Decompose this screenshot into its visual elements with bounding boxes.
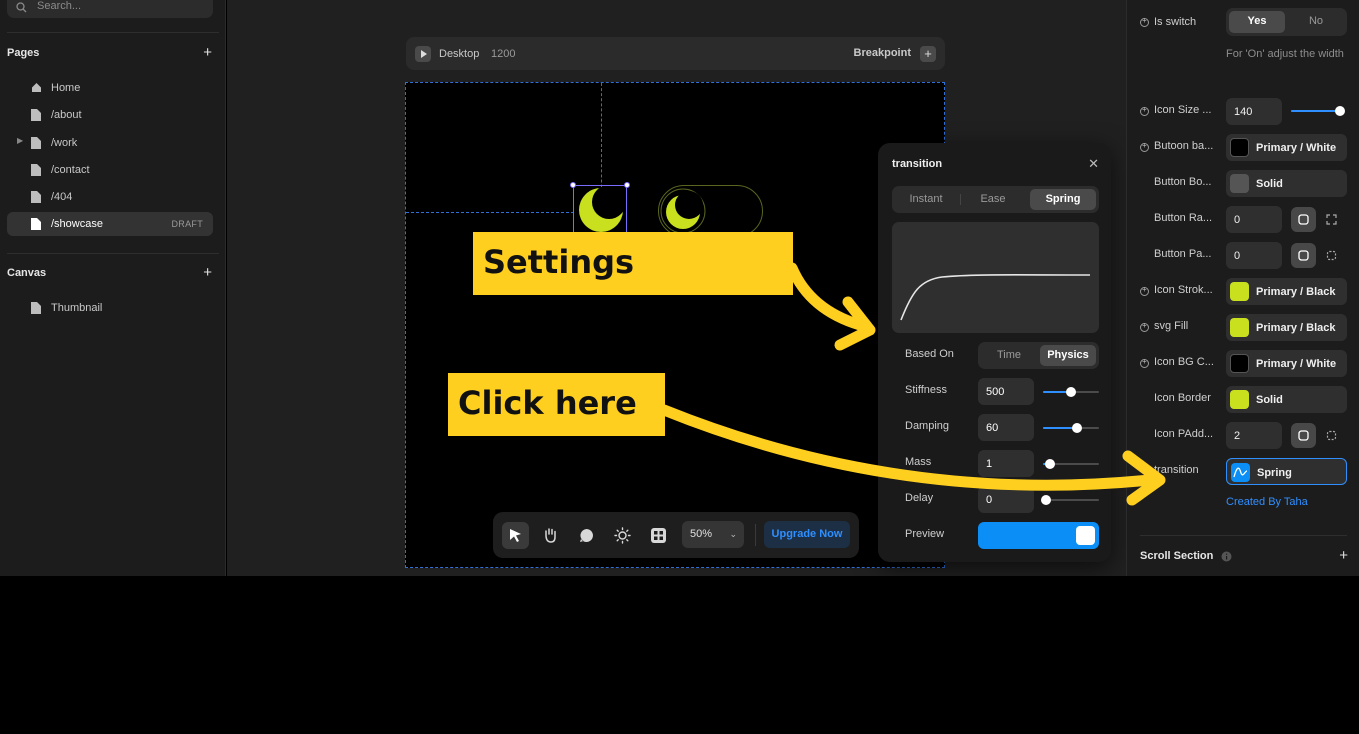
annotation-arrows [658, 262, 1166, 506]
settings-callout: Settings [473, 232, 793, 295]
click-here-callout: Click here [448, 373, 665, 436]
